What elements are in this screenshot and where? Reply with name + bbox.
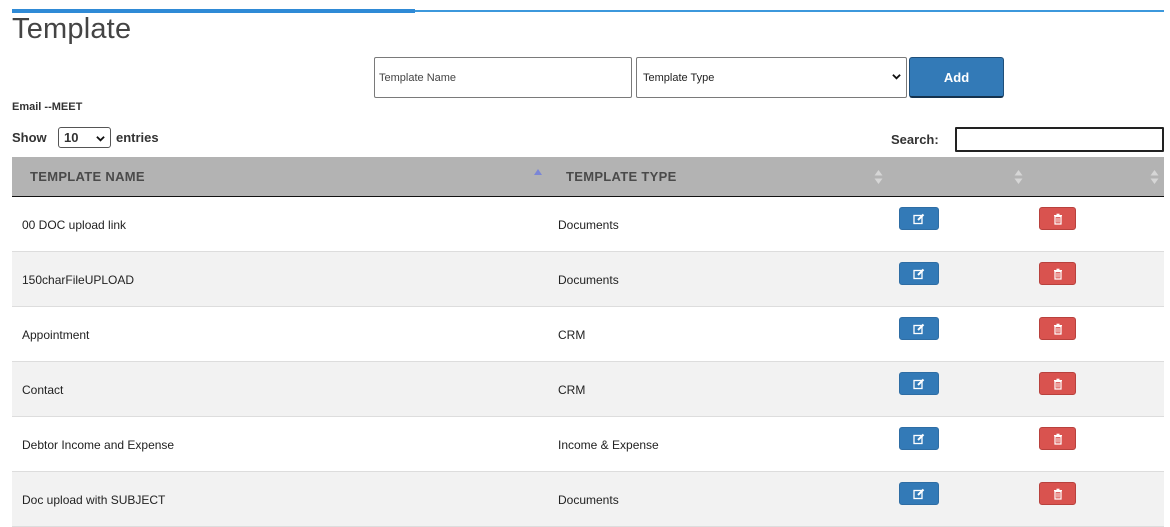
table-row: Doc upload with SUBJECT Documents bbox=[12, 472, 1164, 527]
show-label: Show bbox=[12, 130, 47, 145]
table-row: Debtor Income and Expense Income & Expen… bbox=[12, 417, 1164, 472]
table-row: 150charFileUPLOAD Documents bbox=[12, 252, 1164, 307]
edit-button[interactable] bbox=[899, 207, 939, 230]
edit-button[interactable] bbox=[899, 427, 939, 450]
template-type-selected: Template Type bbox=[643, 71, 715, 84]
column-header-edit[interactable] bbox=[912, 157, 1022, 196]
edit-icon bbox=[913, 323, 925, 334]
search-input[interactable] bbox=[955, 127, 1164, 152]
table-header: TEMPLATE NAME TEMPLATE TYPE bbox=[12, 157, 1164, 197]
template-name-input[interactable] bbox=[374, 57, 632, 98]
delete-button[interactable] bbox=[1039, 207, 1076, 230]
search-label: Search: bbox=[891, 132, 939, 147]
sort-icon[interactable] bbox=[874, 169, 883, 185]
trash-icon bbox=[1053, 323, 1062, 335]
edit-icon bbox=[913, 268, 925, 279]
template-type-select[interactable]: Template Type bbox=[636, 57, 907, 98]
edit-button[interactable] bbox=[899, 262, 939, 285]
edit-button[interactable] bbox=[899, 482, 939, 505]
edit-icon bbox=[913, 488, 925, 499]
trash-icon bbox=[1053, 213, 1062, 225]
edit-icon bbox=[913, 378, 925, 389]
table-row: Appointment CRM bbox=[12, 307, 1164, 362]
template-name-cell: Debtor Income and Expense bbox=[22, 438, 175, 452]
column-header-delete[interactable] bbox=[1042, 157, 1152, 196]
template-type-cell: CRM bbox=[558, 383, 586, 397]
page-title: Template bbox=[12, 13, 132, 45]
trash-icon bbox=[1053, 488, 1062, 500]
template-name-cell: Appointment bbox=[22, 328, 90, 342]
template-type-cell: CRM bbox=[558, 328, 586, 342]
entries-length-select[interactable]: 10 bbox=[58, 127, 111, 148]
edit-icon bbox=[913, 433, 925, 444]
delete-button[interactable] bbox=[1039, 317, 1076, 340]
template-type-cell: Income & Expense bbox=[558, 438, 659, 452]
column-header-template-name[interactable]: TEMPLATE NAME bbox=[30, 157, 145, 196]
trash-icon bbox=[1053, 378, 1062, 390]
delete-button[interactable] bbox=[1039, 262, 1076, 285]
template-name-cell: Doc upload with SUBJECT bbox=[22, 493, 166, 507]
template-name-cell: 150charFileUPLOAD bbox=[22, 273, 135, 287]
template-type-cell: Documents bbox=[558, 218, 619, 232]
table-row: Contact CRM bbox=[12, 362, 1164, 417]
template-category-label: Email --MEET bbox=[12, 101, 83, 113]
delete-button[interactable] bbox=[1039, 372, 1076, 395]
template-name-cell: Contact bbox=[22, 383, 64, 397]
sort-ascending-icon bbox=[534, 169, 542, 175]
edit-icon bbox=[913, 213, 925, 224]
sort-icon[interactable] bbox=[1014, 169, 1023, 185]
delete-button[interactable] bbox=[1039, 427, 1076, 450]
chevron-down-icon bbox=[892, 74, 901, 80]
trash-icon bbox=[1053, 268, 1062, 280]
template-type-cell: Documents bbox=[558, 493, 619, 507]
table-body: 00 DOC upload link Documents 150charFile… bbox=[12, 197, 1164, 527]
table-row: 00 DOC upload link Documents bbox=[12, 197, 1164, 252]
delete-button[interactable] bbox=[1039, 482, 1076, 505]
entries-length-value: 10 bbox=[64, 130, 79, 145]
entries-label: entries bbox=[116, 130, 159, 145]
template-name-cell: 00 DOC upload link bbox=[22, 218, 127, 232]
edit-button[interactable] bbox=[899, 317, 939, 340]
trash-icon bbox=[1053, 433, 1062, 445]
column-header-template-type[interactable]: TEMPLATE TYPE bbox=[566, 157, 677, 196]
chevron-down-icon bbox=[96, 136, 105, 142]
add-button[interactable]: Add bbox=[909, 57, 1004, 98]
template-type-cell: Documents bbox=[558, 273, 619, 287]
sort-icon[interactable] bbox=[1150, 169, 1159, 185]
edit-button[interactable] bbox=[899, 372, 939, 395]
